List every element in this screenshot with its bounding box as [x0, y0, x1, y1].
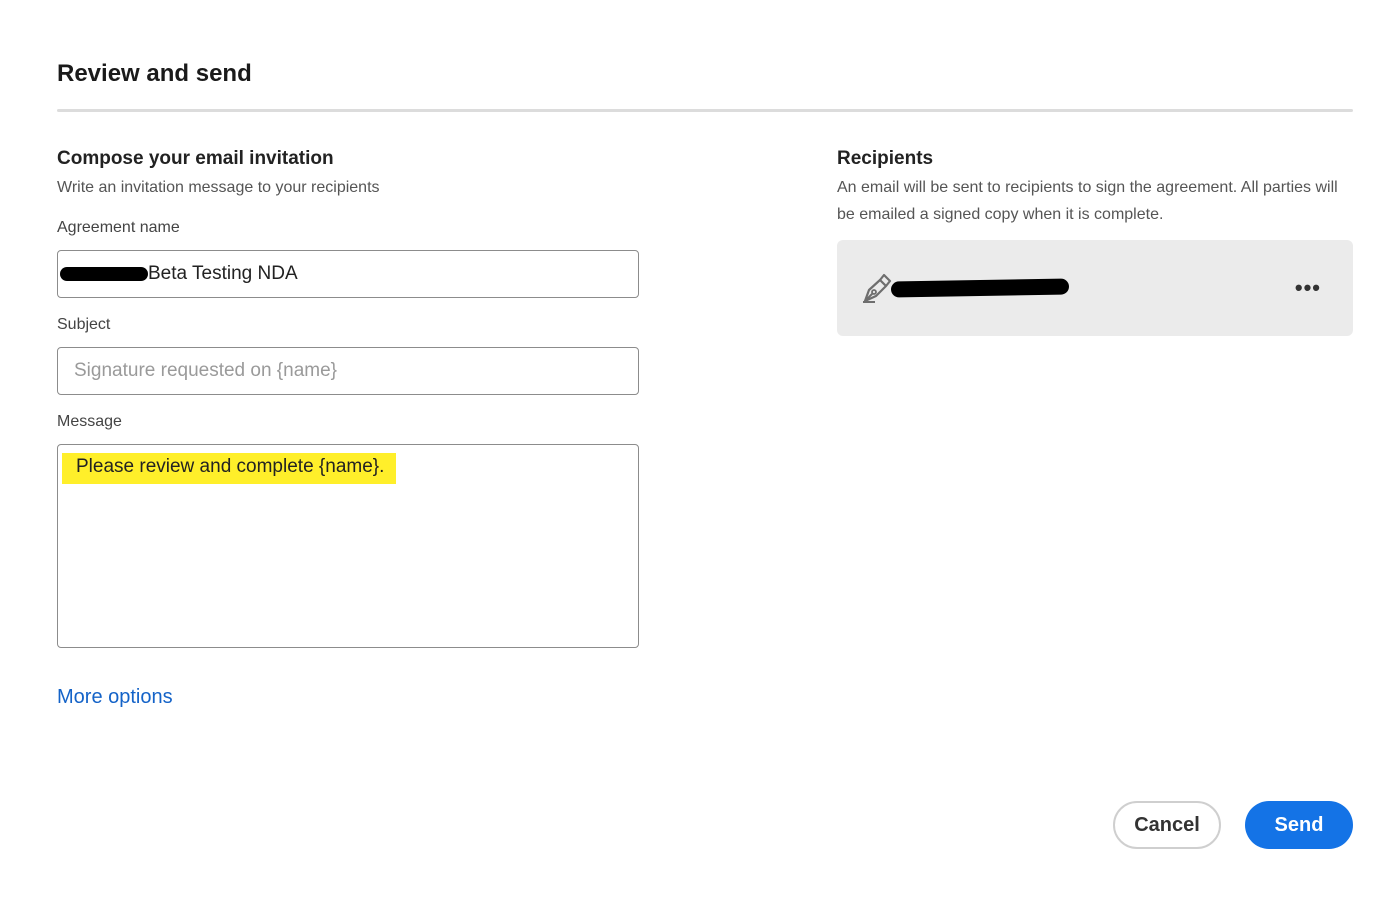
recipients-description: An email will be sent to recipients to s…	[837, 179, 1338, 223]
agreement-name-input[interactable]: Beta Testing NDA	[57, 250, 639, 298]
dialog-title: Review and send	[57, 60, 252, 87]
subject-placeholder: Signature requested on {name}	[74, 360, 338, 381]
more-actions-icon[interactable]: •••	[1287, 277, 1329, 299]
message-textarea[interactable]: Please review and complete {name}.	[57, 444, 639, 648]
compose-title: Compose your email invitation	[57, 148, 334, 169]
recipients-title: Recipients	[837, 148, 934, 169]
cancel-button[interactable]: Cancel	[1113, 801, 1221, 849]
subject-input[interactable]: Signature requested on {name}	[57, 347, 639, 395]
recipient-name-redacted	[890, 278, 1070, 298]
recipient-card[interactable]: •••	[837, 240, 1353, 336]
compose-section: Compose your email invitation Write an i…	[57, 146, 639, 648]
header-divider	[57, 109, 1353, 112]
recipients-section: Recipients An email will be sent to reci…	[837, 146, 1353, 336]
agreement-name-label: Agreement name	[57, 219, 180, 236]
pen-icon	[861, 271, 893, 305]
message-value: Please review and complete {name}.	[76, 456, 385, 477]
agreement-name-value: Beta Testing NDA	[148, 263, 298, 284]
compose-subtitle: Write an invitation message to your reci…	[57, 179, 380, 196]
send-button[interactable]: Send	[1245, 801, 1353, 849]
redacted-prefix	[60, 267, 148, 281]
message-highlight: Please review and complete {name}.	[62, 453, 397, 484]
message-label: Message	[57, 413, 122, 430]
more-options-link[interactable]: More options	[57, 686, 173, 709]
subject-label: Subject	[57, 316, 111, 333]
